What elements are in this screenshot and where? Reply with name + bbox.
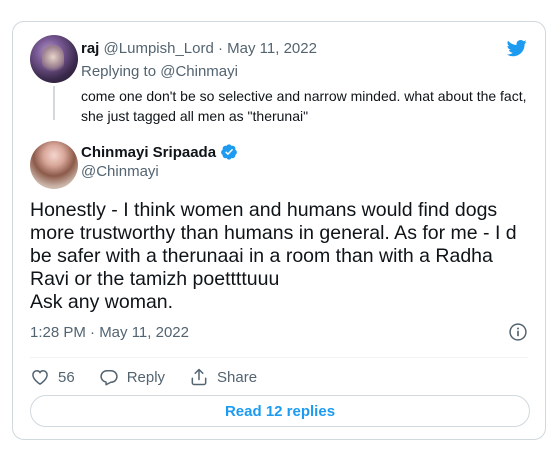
like-count: 56 (58, 368, 75, 386)
action-bar: 56 Reply Share (30, 365, 281, 389)
main-tweet-text: Honestly - I think women and humans woul… (30, 199, 517, 313)
replied-tweet-header: raj @Lumpish_Lord · May 11, 2022 (81, 40, 317, 57)
like-button[interactable]: 56 (30, 367, 75, 387)
replied-display-name[interactable]: raj (81, 40, 99, 57)
reply-label: Reply (126, 368, 166, 386)
twitter-bird-icon[interactable] (505, 38, 529, 58)
replied-date[interactable]: May 11, 2022 (227, 40, 317, 57)
reply-button[interactable]: Reply (99, 367, 165, 387)
replied-tweet-text: come one don't be so selective and narro… (81, 88, 527, 124)
share-icon (191, 368, 207, 386)
info-icon[interactable] (508, 322, 528, 342)
main-author-line: Chinmayi Sripaada (81, 143, 238, 161)
reply-icon (100, 370, 118, 386)
replied-handle[interactable]: @Lumpish_Lord (104, 40, 214, 57)
replying-to-mention[interactable]: @Chinmayi (160, 63, 238, 80)
share-button[interactable]: Share (189, 367, 257, 387)
main-handle[interactable]: @Chinmayi (81, 163, 159, 180)
share-label: Share (217, 368, 258, 386)
main-display-name[interactable]: Chinmayi Sripaada (81, 144, 216, 161)
tweet-timestamp[interactable]: 1:28 PM · May 11, 2022 (30, 324, 189, 341)
read-replies-button[interactable]: Read 12 replies (30, 395, 530, 427)
separator-dot: · (218, 40, 223, 57)
replying-to-line: Replying to @Chinmayi (81, 63, 238, 80)
embedded-tweet-card: raj @Lumpish_Lord · May 11, 2022 Replyin… (12, 21, 546, 440)
thread-connector (53, 86, 55, 120)
heart-icon (32, 369, 48, 385)
divider (30, 357, 528, 358)
replying-prefix: Replying to (81, 63, 157, 80)
avatar-raj[interactable] (30, 35, 78, 83)
avatar-chinmayi[interactable] (30, 141, 78, 189)
verified-badge-icon (221, 144, 237, 160)
